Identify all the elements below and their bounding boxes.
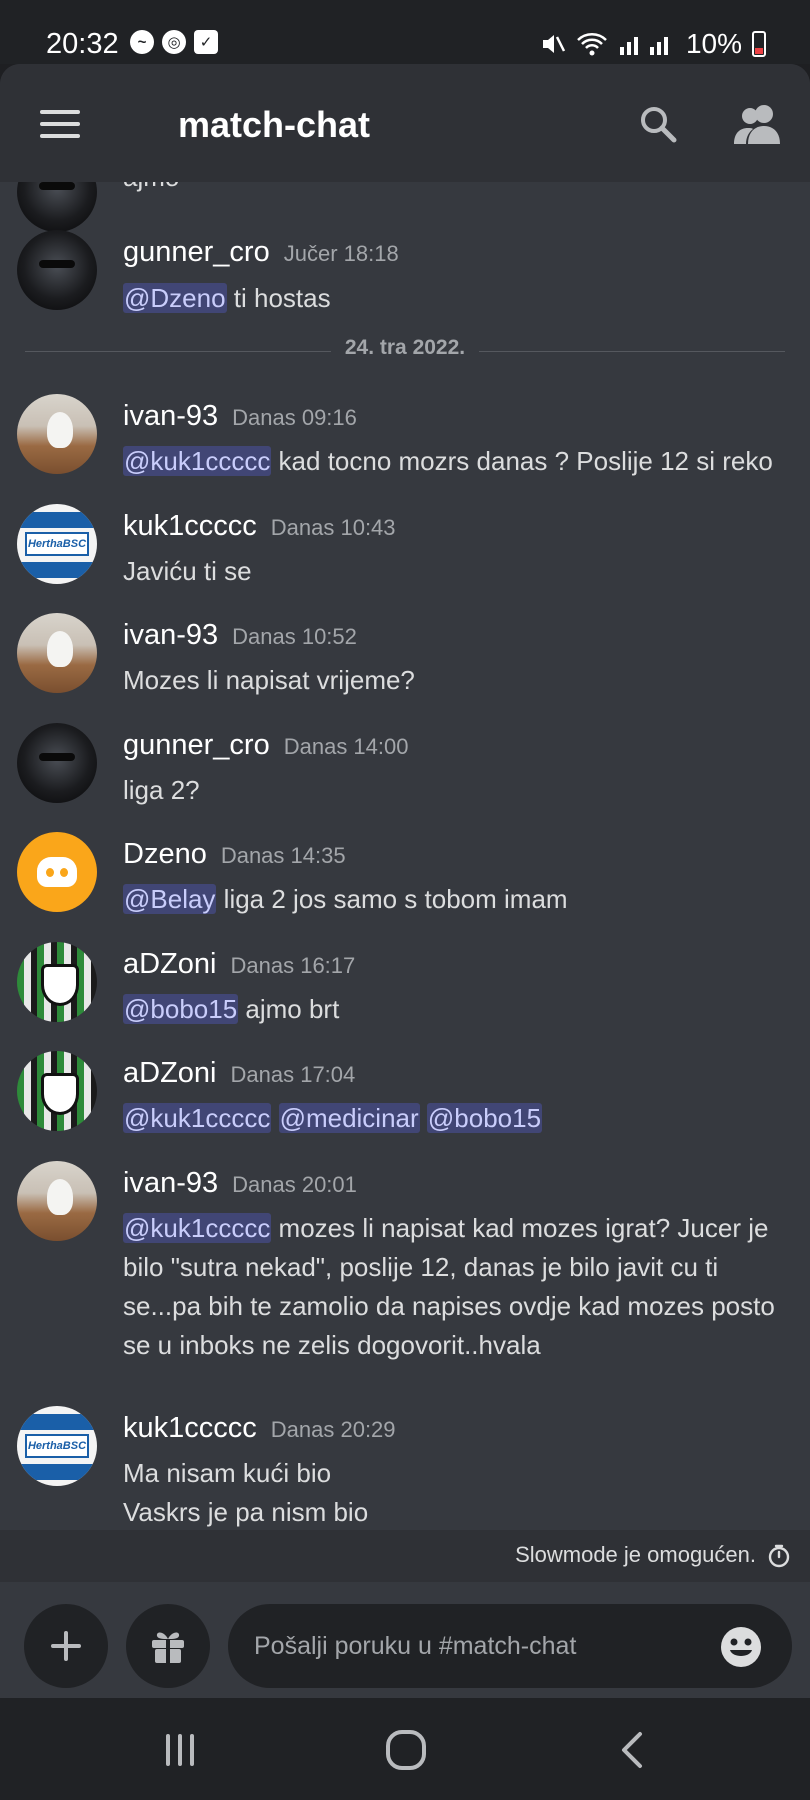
user-mention[interactable]: @bobo15 <box>426 1103 543 1133</box>
username[interactable]: kuk1ccccc <box>123 1412 257 1445</box>
message-header: aDZoni Danas 16:17 <box>123 948 355 981</box>
chrome-icon: ◎ <box>162 30 186 54</box>
user-mention[interactable]: @Dzeno <box>123 283 227 313</box>
username[interactable]: aDZoni <box>123 1057 217 1090</box>
username[interactable]: Dzeno <box>123 838 207 871</box>
timestamp: Danas 10:52 <box>232 624 357 649</box>
status-bar: 20:32 ~ ◎ ✓ 10% <box>0 0 810 64</box>
message-header: Dzeno Danas 14:35 <box>123 838 346 871</box>
message-content: @kuk1ccccc mozes li napisat kad mozes ig… <box>123 1213 775 1360</box>
discord-app: match-chat ajmo gunner_cro Jučer 18:18 @… <box>0 64 810 1698</box>
system-indicators: 10% <box>540 28 766 60</box>
message-content: Javiću ti se <box>123 556 252 586</box>
timestamp: Jučer 18:18 <box>283 241 399 266</box>
add-attachment-button[interactable] <box>24 1604 108 1688</box>
avatar[interactable] <box>17 1161 97 1241</box>
gift-nitro-button[interactable] <box>126 1604 210 1688</box>
username[interactable]: gunner_cro <box>123 236 270 269</box>
message-header: ivan-93 Danas 20:01 <box>123 1167 357 1200</box>
avatar[interactable] <box>17 613 97 693</box>
timer-icon <box>768 1544 790 1568</box>
message-content: liga 2? <box>123 775 200 805</box>
menu-icon[interactable] <box>40 110 80 138</box>
wifi-icon <box>577 33 607 56</box>
timestamp: Danas 16:17 <box>230 953 356 978</box>
user-mention[interactable]: @medicinar <box>278 1103 420 1133</box>
message-content: @bobo15 ajmo brt <box>123 994 340 1024</box>
message-header: kuk1ccccc Danas 10:43 <box>123 510 396 543</box>
timestamp: Danas 20:29 <box>270 1417 396 1442</box>
message-content: @Dzeno ti hostas <box>123 283 331 313</box>
user-mention[interactable]: @kuk1ccccc <box>123 1213 272 1243</box>
username[interactable]: ivan-93 <box>123 619 218 652</box>
message-line: Vaskrs je pa nism bio <box>123 1497 369 1527</box>
timestamp: Danas 14:00 <box>283 734 409 759</box>
message-list[interactable]: ajmo gunner_cro Jučer 18:18 @Dzeno ti ho… <box>0 182 810 1530</box>
day-divider: 24. tra 2022. <box>25 336 785 366</box>
username[interactable]: gunner_cro <box>123 729 270 762</box>
user-mention[interactable]: @kuk1ccccc <box>123 446 272 476</box>
avatar[interactable] <box>17 723 97 803</box>
search-icon[interactable] <box>638 104 678 144</box>
recent-apps-icon[interactable] <box>150 1728 210 1772</box>
status-time: 20:32 <box>46 28 119 60</box>
user-mention[interactable]: @bobo15 <box>123 994 239 1024</box>
username[interactable]: ivan-93 <box>123 1167 218 1200</box>
avatar[interactable]: HerthaBSC <box>17 1406 97 1486</box>
avatar[interactable]: HerthaBSC <box>17 504 97 584</box>
slowmode-notice: Slowmode je omogućen. <box>0 1530 810 1582</box>
day-divider-label: 24. tra 2022. <box>330 336 480 359</box>
timestamp: Danas 20:01 <box>232 1172 357 1197</box>
avatar[interactable] <box>17 230 97 310</box>
message-content: Mozes li napisat vrijeme? <box>123 665 415 695</box>
messenger-icon: ~ <box>130 30 154 54</box>
message-content: ajmo <box>123 182 793 197</box>
emoji-icon[interactable] <box>720 1626 762 1668</box>
username[interactable]: kuk1ccccc <box>123 510 257 543</box>
slowmode-text: Slowmode je omogućen. <box>515 1542 756 1567</box>
user-mention[interactable]: @kuk1ccccc <box>123 1103 272 1133</box>
message-composer <box>0 1582 810 1698</box>
user-mention[interactable]: @Belay <box>123 884 217 914</box>
message-content: @Belay liga 2 jos samo s tobom imam <box>123 884 568 914</box>
message-content: Ma nisam kući bio Vaskrs je pa nism bio <box>123 1454 793 1530</box>
system-nav-bar <box>0 1698 810 1800</box>
message-line: Ma nisam kući bio <box>123 1458 332 1488</box>
message-header: ivan-93 Danas 09:16 <box>123 400 357 433</box>
back-icon[interactable] <box>602 1728 662 1772</box>
avatar[interactable] <box>17 1051 97 1131</box>
username[interactable]: aDZoni <box>123 948 217 981</box>
avatar[interactable] <box>17 394 97 474</box>
gift-icon <box>152 1632 184 1663</box>
message-header: aDZoni Danas 17:04 <box>123 1057 355 1090</box>
message-input[interactable] <box>228 1604 792 1688</box>
message-header: kuk1ccccc Danas 20:29 <box>123 1412 396 1445</box>
avatar[interactable] <box>17 182 97 232</box>
check-icon: ✓ <box>194 30 218 54</box>
timestamp: Danas 17:04 <box>230 1062 356 1087</box>
members-icon[interactable] <box>734 102 782 146</box>
message-header: ivan-93 Danas 10:52 <box>123 619 357 652</box>
channel-title[interactable]: match-chat <box>178 104 370 146</box>
avatar[interactable] <box>17 832 97 912</box>
message-header: gunner_cro Danas 14:00 <box>123 729 408 762</box>
home-icon[interactable] <box>376 1728 436 1772</box>
username[interactable]: ivan-93 <box>123 400 218 433</box>
plus-icon <box>51 1631 81 1661</box>
timestamp: Danas 14:35 <box>220 843 346 868</box>
timestamp: Danas 09:16 <box>232 405 357 430</box>
timestamp: Danas 10:43 <box>270 515 396 540</box>
message-content: @kuk1ccccc kad tocno mozrs danas ? Posli… <box>123 446 773 476</box>
channel-header: match-chat <box>0 64 810 182</box>
battery-percent: 10% <box>685 28 742 59</box>
battery-icon <box>752 31 766 57</box>
signal-icon <box>619 37 668 55</box>
avatar[interactable] <box>17 942 97 1022</box>
message-content: @kuk1ccccc @medicinar @bobo15 <box>123 1099 793 1138</box>
mute-icon <box>542 35 566 53</box>
message-header: gunner_cro Jučer 18:18 <box>123 236 399 269</box>
notification-icons: ~ ◎ ✓ <box>130 30 218 54</box>
